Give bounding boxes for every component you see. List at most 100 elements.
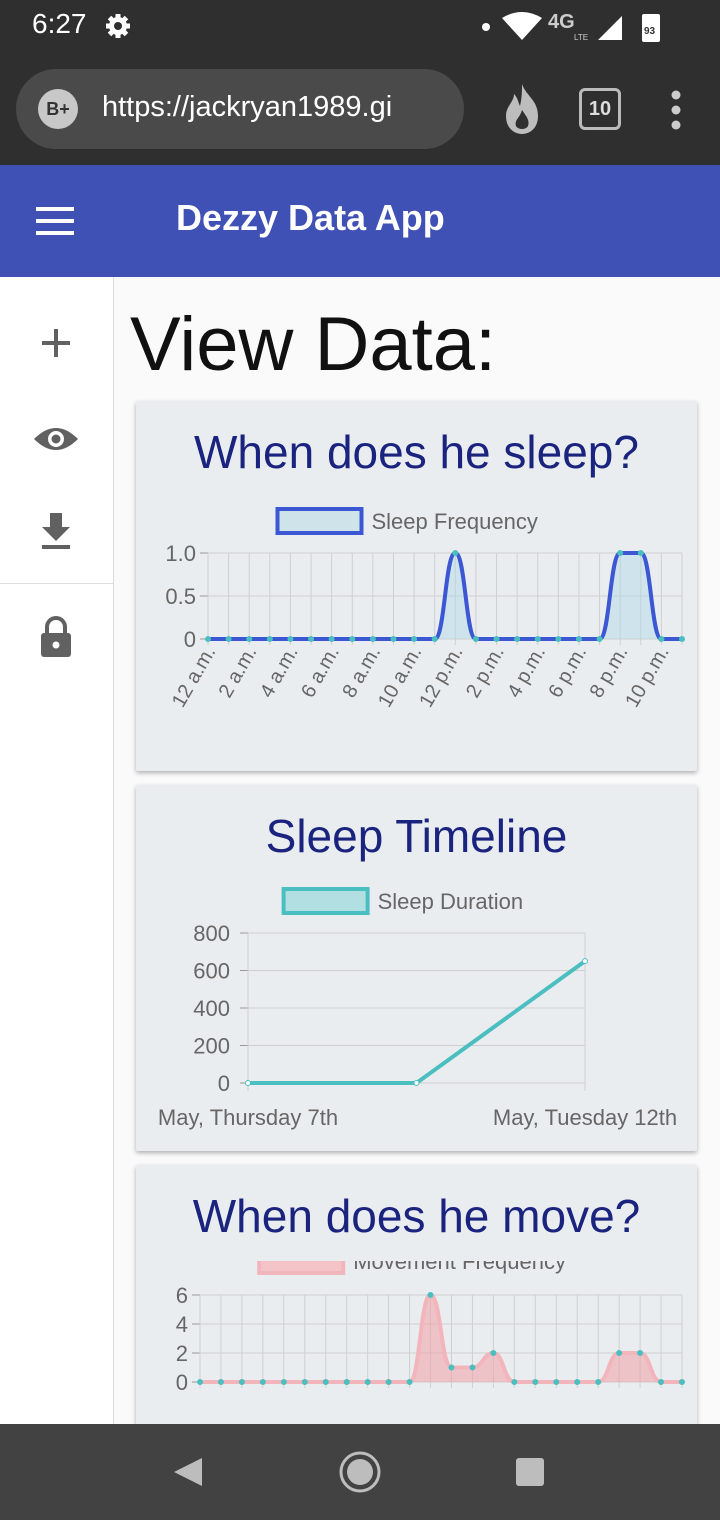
y-tick-label: 0 [184,627,196,652]
wifi-icon [502,12,542,40]
home-icon[interactable] [338,1450,382,1494]
series-line [248,959,587,1085]
data-point [616,1350,623,1356]
data-point [514,636,521,642]
status-icons: 4G LTE 93 [482,11,660,42]
data-point [575,636,582,642]
dot-icon [482,23,490,31]
network-sub-label: LTE [574,33,588,42]
data-point [472,636,479,642]
lock-icon[interactable] [28,609,84,665]
y-tick-label: 4 [176,1312,188,1337]
flame-icon[interactable] [500,82,544,136]
data-point [217,1379,224,1385]
data-point [197,1379,203,1385]
side-nav [0,277,114,1424]
data-point [246,636,253,642]
data-point [595,1379,602,1385]
more-vert-icon[interactable] [664,90,688,130]
data-point [245,1080,251,1086]
data-point [287,636,294,642]
data-point [448,1364,455,1371]
legend-label: Sleep Duration [378,889,524,914]
data-point [490,1350,497,1356]
legend-swatch [281,887,370,915]
data-point [582,958,588,965]
nav-divider [0,583,113,584]
data-point [259,1379,266,1385]
y-tick-label: 0 [218,1071,230,1096]
y-tick-label: 400 [193,996,230,1021]
x-tick-label: May, Thursday 7th [158,1105,338,1130]
sleep-timeline-card: Sleep Timeline Sleep Duration 800 600 400 20… [136,785,697,1151]
data-point [574,1379,581,1385]
y-tick-label: 6 [176,1283,188,1308]
recents-icon[interactable] [514,1456,546,1488]
x-tick-label: 4 p.m. [503,643,550,702]
data-point [637,550,644,556]
data-point [469,1364,476,1371]
data-point [308,636,315,642]
data-point [658,1379,665,1385]
data-point [205,636,211,642]
back-icon[interactable] [170,1454,206,1490]
data-point [431,636,438,642]
data-point [301,1379,308,1385]
data-point [413,1080,420,1086]
battery-level: 93 [644,26,656,37]
x-tick-label: 6 a.m. [297,643,344,702]
menu-icon[interactable] [36,205,76,237]
data-point [679,636,685,642]
brave-badge[interactable]: B+ [38,89,78,129]
movement-frequency-chart: Movement Frequency 6 4 2 0 [176,1261,685,1395]
data-point [596,636,603,642]
status-bar: 6:27 4G LTE 93 [0,0,720,52]
data-point [679,1379,685,1385]
card-title: Sleep Timeline [265,810,568,862]
movement-frequency-card: When does he move? Movement Frequency 6 4 2… [136,1165,697,1424]
url-text[interactable]: https://jackryan1989.gi [102,91,392,124]
x-tick-label: 6 p.m. [544,643,591,702]
y-tick-label: 2 [176,1341,188,1366]
data-point [427,1292,434,1298]
page-title: View Data: [130,302,497,387]
data-point [322,1379,329,1385]
x-tick-label: 2 a.m. [215,643,262,702]
data-point [553,1379,560,1385]
y-tick-label: 0.5 [165,584,196,609]
app-title: Dezzy Data App [176,197,445,238]
plus-icon[interactable] [28,315,84,371]
data-point [349,636,356,642]
card-title: When does he sleep? [194,426,639,478]
data-point [343,1379,350,1385]
gear-icon [106,14,130,38]
address-bar[interactable]: B+ https://jackryan1989.gi [16,69,464,149]
data-point [406,1379,413,1385]
eye-icon[interactable] [28,411,84,467]
data-point [225,636,232,642]
download-icon[interactable] [28,503,84,559]
data-point [280,1379,287,1385]
y-tick-label: 0 [176,1370,188,1395]
x-tick-label: 4 a.m. [256,643,303,702]
tabs-icon[interactable]: 10 [579,88,621,130]
sleep-timeline-chart: Sleep Duration 800 600 400 200 0 May, Thursday… [158,887,677,1130]
signal-icon [598,16,622,40]
data-point [364,1379,371,1385]
sleep-frequency-card: When does he sleep? Sleep Frequency 1.0 0.… [136,401,697,771]
y-tick-label: 800 [193,921,230,946]
data-point [369,636,376,642]
data-point [411,636,418,642]
main-content: View Data: When does he sleep? Sleep Fre… [114,277,720,1424]
data-point [266,636,273,642]
legend-label: Movement Frequency [353,1261,566,1274]
data-point [617,550,624,556]
status-time: 6:27 [32,8,87,39]
legend-swatch [275,507,364,535]
data-point [328,636,335,642]
legend-label: Sleep Frequency [372,509,538,534]
data-point [493,636,500,642]
data-point [532,1379,539,1385]
x-tick-label: 2 p.m. [462,643,509,702]
legend-swatch [257,1261,346,1275]
